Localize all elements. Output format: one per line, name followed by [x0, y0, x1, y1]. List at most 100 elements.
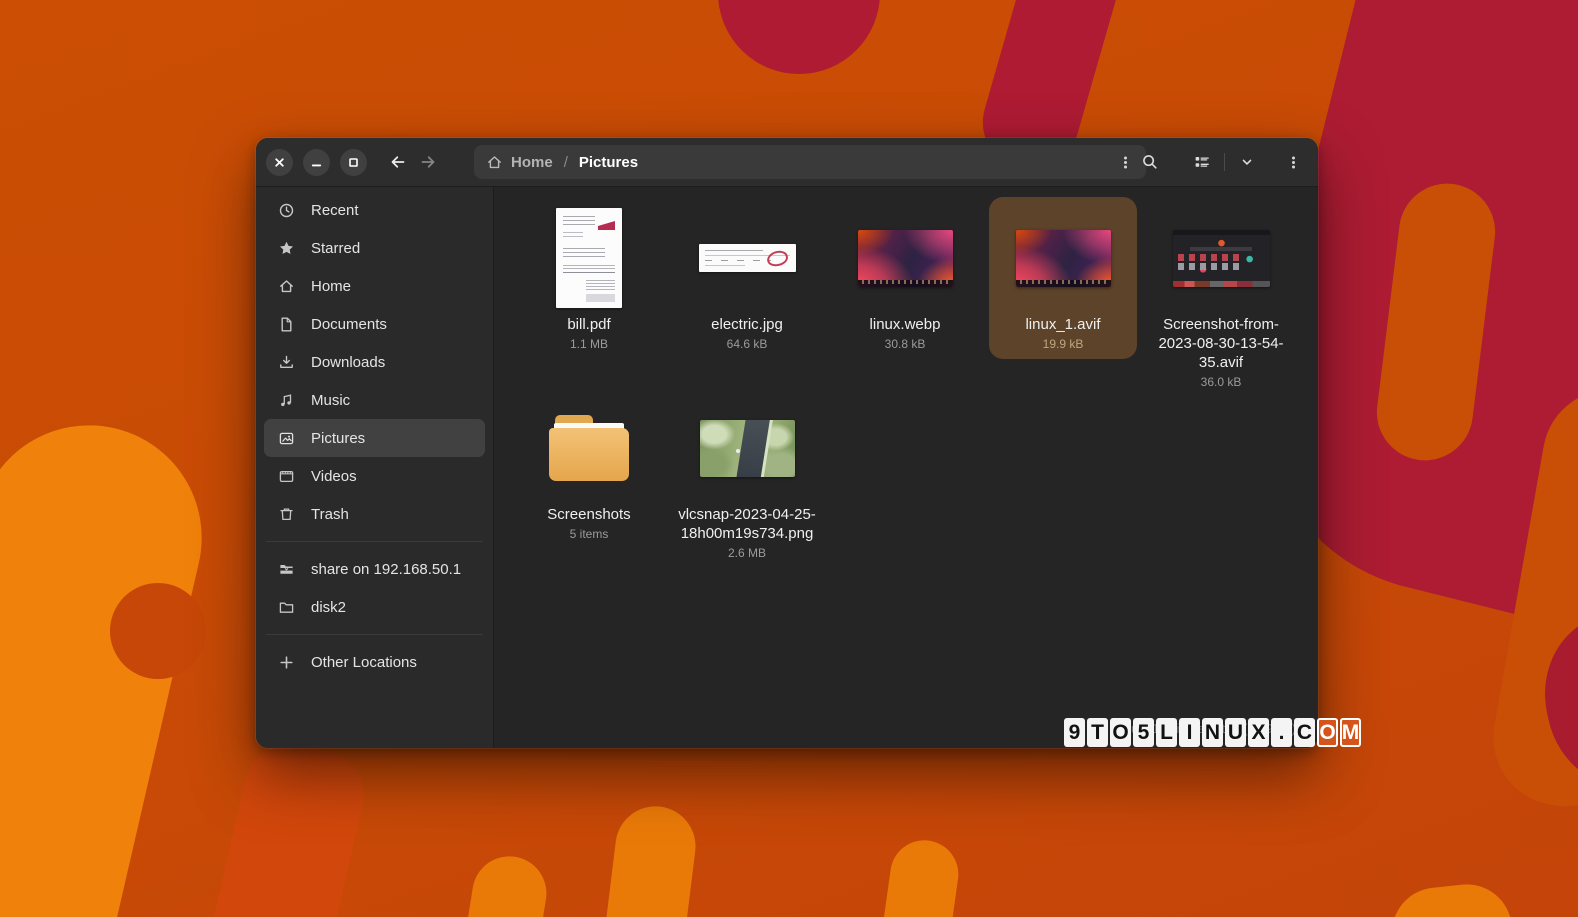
watermark-letter: M	[1340, 718, 1361, 747]
breadcrumb-separator: /	[563, 153, 568, 171]
sidebar-item-label: Pictures	[311, 429, 366, 447]
watermark-letter: 5	[1133, 718, 1154, 747]
folder-icon	[278, 599, 295, 616]
search-icon	[1141, 153, 1159, 171]
file-size: 19.9 kB	[1042, 337, 1084, 351]
file-thumbnail	[698, 203, 796, 313]
list-view-button[interactable]	[1187, 147, 1217, 177]
kebab-menu-icon	[1117, 154, 1134, 171]
image-thumbnail	[1015, 229, 1111, 287]
sidebar-item-music[interactable]: Music	[264, 381, 485, 419]
image-thumbnail	[857, 229, 953, 287]
maximize-button[interactable]	[340, 148, 367, 176]
file-name: electric.jpg	[711, 316, 783, 333]
sidebar-item-label: Music	[311, 391, 351, 409]
view-options-button[interactable]	[1232, 147, 1262, 177]
breadcrumb-home[interactable]: Home	[511, 154, 553, 171]
watermark-letter: .	[1271, 718, 1292, 747]
watermark-letter: L	[1156, 718, 1177, 747]
folder-icon-front	[549, 428, 629, 481]
watermark-letter: O	[1317, 718, 1338, 747]
sidebar-item-starred[interactable]: Starred	[264, 229, 485, 267]
path-bar[interactable]: Home / Pictures	[474, 145, 1146, 179]
folder-item-screenshots[interactable]: Screenshots 5 items	[515, 387, 663, 549]
pictures-icon	[278, 430, 295, 447]
recent-icon	[278, 202, 295, 219]
sidebar-item-label: Home	[311, 277, 352, 295]
watermark-letter: C	[1294, 718, 1315, 747]
sidebar-item-label: Videos	[311, 467, 357, 485]
file-count: 5 items	[569, 527, 609, 541]
file-item-bill-pdf[interactable]: bill.pdf 1.1 MB	[515, 197, 663, 359]
sidebar: Recent Starred Home Documents Downloads	[256, 187, 494, 748]
sidebar-item-label: Starred	[311, 239, 361, 257]
breadcrumb-current[interactable]: Pictures	[579, 154, 638, 171]
main-menu-button[interactable]	[1278, 147, 1308, 177]
home-icon	[278, 278, 295, 295]
file-thumbnail	[1172, 203, 1270, 313]
sidebar-item-network-share[interactable]: share on 192.168.50.1	[264, 550, 485, 588]
file-thumbnail	[1015, 203, 1111, 313]
pdf-thumbnail	[556, 208, 622, 308]
folder-thumbnail	[547, 393, 631, 503]
music-icon	[278, 392, 295, 409]
file-thumbnail	[699, 393, 795, 503]
file-name: vlcsnap-2023-04-25-18h00m19s734.png	[678, 506, 816, 542]
sidebar-item-recent[interactable]: Recent	[264, 191, 485, 229]
sidebar-item-downloads[interactable]: Downloads	[264, 343, 485, 381]
chevron-down-icon	[1239, 154, 1255, 170]
divider	[1224, 153, 1225, 171]
sidebar-item-trash[interactable]: Trash	[264, 495, 485, 533]
search-button[interactable]	[1135, 147, 1165, 177]
file-name: bill.pdf	[567, 316, 611, 333]
document-icon	[278, 316, 295, 333]
kebab-menu-icon	[1285, 154, 1302, 171]
watermark-letter: O	[1110, 718, 1131, 747]
sidebar-item-videos[interactable]: Videos	[264, 457, 485, 495]
image-thumbnail	[699, 419, 795, 477]
file-size: 36.0 kB	[1200, 375, 1242, 389]
sidebar-item-label: Documents	[311, 315, 387, 333]
file-size: 30.8 kB	[884, 337, 926, 351]
file-item-screenshot-avif[interactable]: Screenshot-from-2023-08-30-13-54-35.avif…	[1147, 197, 1295, 397]
back-button[interactable]	[383, 147, 413, 177]
watermark-letter: U	[1225, 718, 1246, 747]
file-size: 1.1 MB	[569, 337, 608, 351]
file-item-linux-webp[interactable]: linux.webp 30.8 kB	[831, 197, 979, 359]
sidebar-item-home[interactable]: Home	[264, 267, 485, 305]
close-button[interactable]	[266, 148, 293, 176]
file-size: 64.6 kB	[726, 337, 768, 351]
sidebar-separator	[266, 541, 483, 542]
headerbar: Home / Pictures	[256, 138, 1318, 187]
watermark-letter: I	[1179, 718, 1200, 747]
videos-icon	[278, 468, 295, 485]
sidebar-item-other-locations[interactable]: Other Locations	[264, 643, 485, 681]
view-switcher	[1187, 147, 1262, 177]
file-size: 2.6 MB	[727, 546, 766, 560]
trash-icon	[278, 506, 295, 523]
sidebar-item-disk2[interactable]: disk2	[264, 588, 485, 626]
back-arrow-icon	[389, 153, 407, 171]
9to5linux-watermark: 9 T O 5 L I N U X . C O M	[1064, 718, 1361, 747]
minimize-button[interactable]	[303, 148, 330, 176]
watermark-letter: 9	[1064, 718, 1085, 747]
download-icon	[278, 354, 295, 371]
plus-icon	[278, 654, 295, 671]
image-thumbnail	[698, 244, 796, 272]
maximize-icon	[345, 154, 362, 171]
path-menu-button[interactable]	[1117, 154, 1134, 171]
sidebar-item-pictures[interactable]: Pictures	[264, 419, 485, 457]
file-item-linux-1-avif[interactable]: linux_1.avif 19.9 kB	[989, 197, 1137, 359]
file-name: linux_1.avif	[1025, 316, 1101, 333]
file-item-electric-jpg[interactable]: electric.jpg 64.6 kB	[673, 197, 821, 359]
watermark-letter: X	[1248, 718, 1269, 747]
watermark-letter: N	[1202, 718, 1223, 747]
file-item-vlcsnap-png[interactable]: vlcsnap-2023-04-25-18h00m19s734.png 2.6 …	[673, 387, 821, 568]
minimize-icon	[308, 154, 325, 171]
forward-button[interactable]	[413, 147, 443, 177]
sidebar-separator	[266, 634, 483, 635]
file-thumbnail	[556, 203, 622, 313]
sidebar-item-documents[interactable]: Documents	[264, 305, 485, 343]
file-name: Screenshot-from-2023-08-30-13-54-35.avif	[1158, 316, 1284, 371]
folder-icon	[547, 415, 631, 481]
